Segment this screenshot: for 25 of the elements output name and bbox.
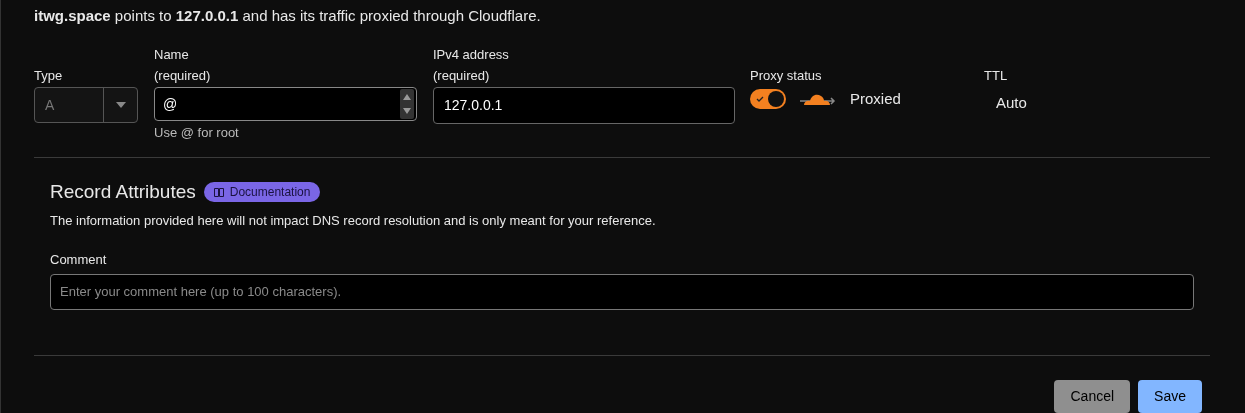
ipv4-input[interactable]: 127.0.0.1 <box>433 87 735 124</box>
section-title: Record Attributes <box>50 180 196 204</box>
name-input[interactable]: @ <box>154 87 417 121</box>
save-button[interactable]: Save <box>1138 380 1202 413</box>
summary-text: itwg.space points to 127.0.0.1 and has its traffic proxied through Cloudflare. <box>34 5 541 26</box>
field-label: Name <box>154 46 190 64</box>
book-icon <box>213 187 224 197</box>
field-label: Proxy status <box>750 67 823 85</box>
cancel-button[interactable]: Cancel <box>1054 380 1131 413</box>
field-label: TTL <box>984 67 1009 85</box>
field-label: Type <box>34 67 64 85</box>
proxy-toggle[interactable] <box>750 89 786 110</box>
ttl-value: Auto <box>996 93 1027 113</box>
documentation-link[interactable]: Documentation <box>203 182 321 203</box>
field-label: IPv4 address <box>433 46 510 64</box>
proxy-status-text: Proxied <box>850 89 901 109</box>
caret-icon <box>115 102 126 108</box>
field-label: Comment <box>50 251 108 269</box>
required-label: (required) <box>154 67 212 85</box>
comment-input[interactable]: Enter your comment here (up to 100 characters). <box>50 273 1194 310</box>
required-label: (required) <box>433 67 491 85</box>
spinner-icon[interactable] <box>400 89 414 119</box>
hint-text: Use @ for root <box>154 124 240 142</box>
description-text: The information provided here will not impact DNS record resolution and is only meant for your reference. <box>50 211 657 230</box>
check-icon <box>756 96 764 103</box>
